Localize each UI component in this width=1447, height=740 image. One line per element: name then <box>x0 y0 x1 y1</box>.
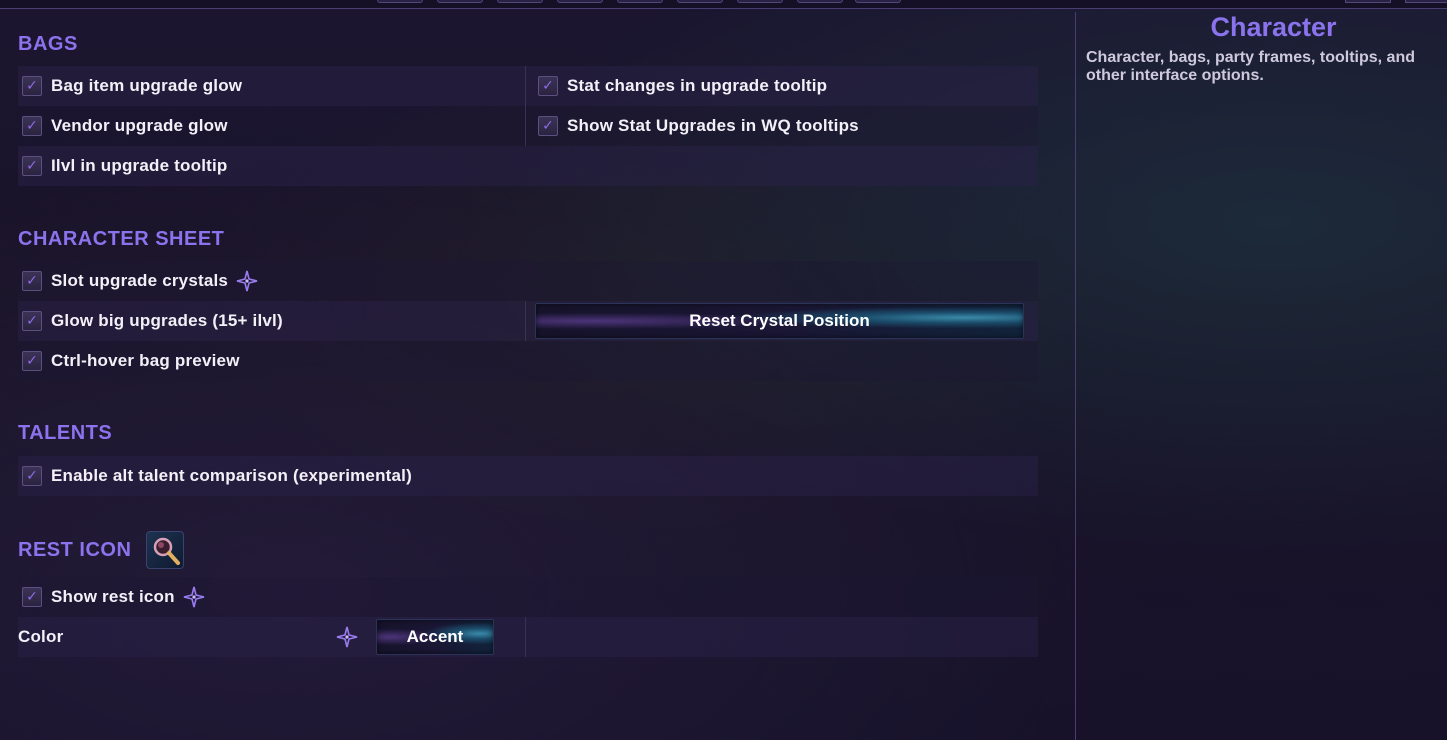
top-tab-strip <box>0 0 1447 9</box>
top-tab[interactable] <box>737 0 783 3</box>
settings-row: ✓ Glow big upgrades (15+ ilvl) Reset Cry… <box>18 301 1038 341</box>
ilvl-upgrade-tooltip-option[interactable]: ✓ Ilvl in upgrade tooltip <box>18 146 227 186</box>
top-right-button[interactable] <box>1405 0 1447 3</box>
settings-row: ✓ Slot upgrade crystals <box>18 261 1038 301</box>
settings-row: ✓ Ctrl-hover bag preview <box>18 341 1038 381</box>
top-tab[interactable] <box>855 0 901 3</box>
settings-row: ✓ Bag item upgrade glow ✓ Stat changes i… <box>18 66 1038 106</box>
sidebar-description: Character, bags, party frames, tooltips,… <box>1086 49 1415 84</box>
row-divider <box>525 301 527 341</box>
bag-item-upgrade-glow-option[interactable]: ✓ Bag item upgrade glow <box>18 66 242 106</box>
settings-row: ✓ Ilvl in upgrade tooltip <box>18 146 1038 186</box>
option-label: Bag item upgrade glow <box>51 76 243 95</box>
checkbox-checked-icon[interactable]: ✓ <box>538 116 558 136</box>
top-right-button[interactable] <box>1345 0 1391 3</box>
sparkle-icon <box>236 270 258 292</box>
top-tab[interactable] <box>497 0 543 3</box>
settings-row: ✓ Enable alt talent comparison (experime… <box>18 456 1038 496</box>
slot-upgrade-crystals-option[interactable]: ✓ Slot upgrade crystals <box>18 261 258 301</box>
sidebar-title: Character <box>1210 12 1337 42</box>
row-divider <box>525 617 527 657</box>
reset-crystal-position-button[interactable]: Reset Crystal Position <box>535 303 1024 339</box>
color-setting: Color <box>18 617 63 657</box>
checkbox-checked-icon[interactable]: ✓ <box>22 116 42 136</box>
checkbox-checked-icon[interactable]: ✓ <box>22 156 42 176</box>
top-tab[interactable] <box>617 0 663 3</box>
option-label: Show Stat Upgrades in WQ tooltips <box>567 116 859 135</box>
settings-row: Color Accent <box>18 617 1038 657</box>
option-label: Ilvl in upgrade tooltip <box>51 156 228 175</box>
section-title-rest-icon: REST ICON <box>18 539 132 561</box>
option-label: Enable alt talent comparison (experiment… <box>51 466 412 485</box>
stat-changes-upgrade-tooltip-option[interactable]: ✓ Stat changes in upgrade tooltip <box>525 66 827 106</box>
settings-row: ✓ Vendor upgrade glow ✓ Show Stat Upgrad… <box>18 106 1038 146</box>
show-stat-upgrades-wq-option[interactable]: ✓ Show Stat Upgrades in WQ tooltips <box>525 106 859 146</box>
checkbox-checked-icon[interactable]: ✓ <box>22 76 42 96</box>
glow-big-upgrades-option[interactable]: ✓ Glow big upgrades (15+ ilvl) <box>18 301 283 341</box>
settings-row: ✓ Show rest icon <box>18 577 1038 617</box>
ctrl-hover-bag-preview-option[interactable]: ✓ Ctrl-hover bag preview <box>18 341 240 381</box>
vendor-upgrade-glow-option[interactable]: ✓ Vendor upgrade glow <box>18 106 228 146</box>
checkbox-checked-icon[interactable]: ✓ <box>22 587 42 607</box>
checkbox-checked-icon[interactable]: ✓ <box>538 76 558 96</box>
sidebar: Character Character, bags, party frames,… <box>1076 9 1447 740</box>
color-label: Color <box>18 627 64 646</box>
enable-alt-talent-comparison-option[interactable]: ✓ Enable alt talent comparison (experime… <box>18 456 412 496</box>
top-tab[interactable] <box>557 0 603 3</box>
section-title-bags: BAGS <box>18 33 78 55</box>
checkbox-checked-icon[interactable]: ✓ <box>22 466 42 486</box>
option-label: Vendor upgrade glow <box>51 116 228 135</box>
top-tab[interactable] <box>437 0 483 3</box>
section-title-talents: TALENTS <box>18 422 113 444</box>
option-label: Show rest icon <box>51 587 175 606</box>
magnifier-icon <box>146 531 184 569</box>
option-label: Stat changes in upgrade tooltip <box>567 76 828 95</box>
option-label: Slot upgrade crystals <box>51 271 229 290</box>
sparkle-icon <box>183 586 205 608</box>
top-tab[interactable] <box>377 0 423 3</box>
sparkle-icon <box>336 626 358 648</box>
checkbox-checked-icon[interactable]: ✓ <box>22 351 42 371</box>
top-tab[interactable] <box>797 0 843 3</box>
top-tab[interactable] <box>677 0 723 3</box>
checkbox-checked-icon[interactable]: ✓ <box>22 311 42 331</box>
section-title-character-sheet: CHARACTER SHEET <box>18 228 225 250</box>
option-label: Glow big upgrades (15+ ilvl) <box>51 311 283 330</box>
color-accent-button[interactable]: Accent <box>376 619 494 655</box>
option-label: Ctrl-hover bag preview <box>51 351 240 370</box>
checkbox-checked-icon[interactable]: ✓ <box>22 271 42 291</box>
options-panel: BAGS ✓ Bag item upgrade glow ✓ Stat chan… <box>0 9 1075 740</box>
show-rest-icon-option[interactable]: ✓ Show rest icon <box>18 577 205 617</box>
